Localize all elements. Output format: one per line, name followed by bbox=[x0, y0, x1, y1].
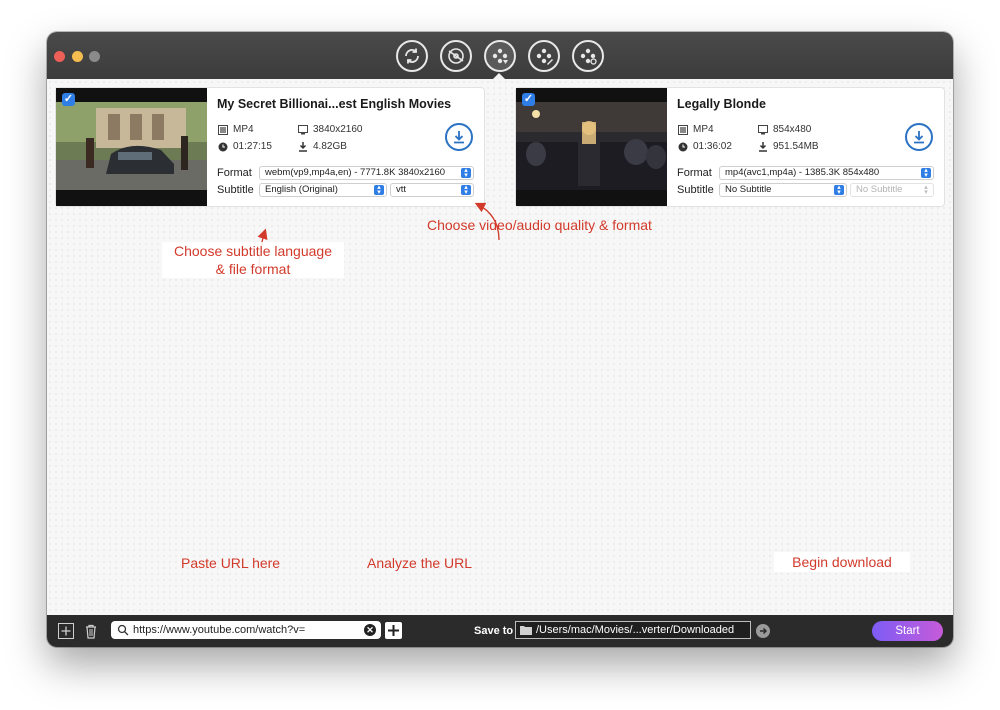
video-title: Legally Blonde bbox=[677, 97, 766, 111]
save-path-value: /Users/mac/Movies/...verter/Downloaded bbox=[536, 624, 735, 636]
video-card: ✓ Legally Blonde MP4 854x480 01:36:02 95… bbox=[516, 88, 944, 206]
save-to-label: Save to bbox=[474, 625, 514, 637]
chevron-updown-icon: ▴ ▾ bbox=[834, 184, 844, 196]
annotation-begin-download: Begin download bbox=[774, 552, 910, 572]
duration-text: 01:27:15 bbox=[233, 141, 272, 152]
burn-icon[interactable] bbox=[440, 40, 472, 72]
download-button[interactable] bbox=[905, 123, 933, 151]
video-thumbnail[interactable]: ✓ bbox=[516, 88, 667, 206]
resolution-text: 854x480 bbox=[773, 124, 812, 135]
download-icon[interactable] bbox=[484, 40, 516, 72]
minimize-window-button[interactable] bbox=[72, 51, 83, 62]
chevron-updown-icon: ▴ ▾ bbox=[924, 184, 928, 196]
container-format: MP4 bbox=[218, 124, 254, 135]
film-icon bbox=[218, 124, 228, 135]
close-window-button[interactable] bbox=[54, 51, 65, 62]
clock-icon bbox=[678, 142, 688, 151]
annotation-paste-url: Paste URL here bbox=[181, 555, 281, 571]
chevron-updown-icon: ▴ ▾ bbox=[461, 184, 471, 196]
save-path-field[interactable]: /Users/mac/Movies/...verter/Downloaded bbox=[515, 621, 751, 639]
add-icon[interactable] bbox=[58, 623, 74, 639]
edit-icon[interactable] bbox=[528, 40, 560, 72]
resolution: 3840x2160 bbox=[298, 124, 363, 135]
duration-text: 01:36:02 bbox=[693, 141, 732, 152]
annotation-subtitle-line2: & file format bbox=[215, 261, 291, 277]
chevron-updown-icon: ▴ ▾ bbox=[921, 167, 931, 179]
subtitle-select-value: English (Original) bbox=[265, 184, 338, 195]
search-icon bbox=[117, 624, 129, 636]
file-size: 951.54MB bbox=[758, 141, 819, 152]
format-select-value: mp4(avc1,mp4a) - 1385.3K 854x480 bbox=[725, 167, 880, 178]
download-list: ✓ My Secret Billionai...est English Movi… bbox=[47, 79, 953, 615]
url-input[interactable]: https://www.youtube.com/watch?v= ✕ bbox=[111, 621, 381, 639]
subtitle-label: Subtitle bbox=[677, 184, 714, 196]
toolbox-icon[interactable] bbox=[572, 40, 604, 72]
clear-icon[interactable]: ✕ bbox=[364, 624, 376, 636]
container-text: MP4 bbox=[233, 124, 254, 135]
subtitle-language-select[interactable]: English (Original) ▴ ▾ bbox=[259, 183, 387, 197]
format-label: Format bbox=[217, 167, 252, 179]
subtitle-format-value: vtt bbox=[396, 184, 407, 195]
arrow-right-icon bbox=[760, 627, 768, 635]
select-checkbox[interactable]: ✓ bbox=[522, 93, 535, 106]
arrow-down-icon bbox=[914, 131, 924, 144]
bottom-bar: https://www.youtube.com/watch?v= ✕ Save … bbox=[47, 615, 953, 647]
format-select[interactable]: mp4(avc1,mp4a) - 1385.3K 854x480 ▴ ▾ bbox=[719, 166, 934, 180]
subtitle-select-value: No Subtitle bbox=[725, 184, 772, 195]
container-format: MP4 bbox=[678, 124, 714, 135]
size-text: 4.82GB bbox=[313, 141, 347, 152]
subtitle-language-select[interactable]: No Subtitle ▴ ▾ bbox=[719, 183, 847, 197]
duration: 01:36:02 bbox=[678, 141, 732, 152]
format-select[interactable]: webm(vp9,mp4a,en) - 7771.8K 3840x2160 ▴ ▾ bbox=[259, 166, 474, 180]
download-size-icon bbox=[299, 141, 307, 152]
download-button[interactable] bbox=[445, 123, 473, 151]
clock-icon bbox=[218, 142, 228, 151]
annotation-analyze-url: Analyze the URL bbox=[367, 555, 473, 571]
video-card: ✓ My Secret Billionai...est English Movi… bbox=[56, 88, 484, 206]
url-input-value: https://www.youtube.com/watch?v= bbox=[133, 624, 306, 636]
app-window: ✓ My Secret Billionai...est English Movi… bbox=[47, 32, 953, 647]
zoom-window-button[interactable] bbox=[89, 51, 100, 62]
video-thumbnail[interactable]: ✓ bbox=[56, 88, 207, 206]
open-folder-button[interactable] bbox=[756, 624, 770, 638]
format-select-value: webm(vp9,mp4a,en) - 7771.8K 3840x2160 bbox=[265, 167, 446, 178]
annotation-subtitle: Choose subtitle language & file format bbox=[162, 242, 344, 278]
video-title: My Secret Billionai...est English Movies bbox=[217, 97, 452, 111]
film-icon bbox=[678, 124, 688, 135]
annotation-subtitle-line1: Choose subtitle language bbox=[173, 243, 332, 259]
duration: 01:27:15 bbox=[218, 141, 272, 152]
convert-icon[interactable] bbox=[396, 40, 428, 72]
subtitle-format-select[interactable]: vtt ▴ ▾ bbox=[390, 183, 474, 197]
monitor-icon bbox=[758, 124, 768, 134]
download-size-icon bbox=[759, 141, 767, 152]
trash-icon[interactable] bbox=[83, 623, 99, 639]
title-bar bbox=[47, 32, 953, 79]
subtitle-format-select[interactable]: No Subtitle ▴ ▾ bbox=[850, 183, 934, 197]
chevron-updown-icon: ▴ ▾ bbox=[374, 184, 384, 196]
arrow-down-icon bbox=[454, 131, 464, 144]
resolution-text: 3840x2160 bbox=[313, 124, 363, 135]
resolution: 854x480 bbox=[758, 124, 811, 135]
container-text: MP4 bbox=[693, 124, 714, 135]
analyze-url-button[interactable] bbox=[385, 622, 402, 639]
subtitle-label: Subtitle bbox=[217, 184, 254, 196]
select-checkbox[interactable]: ✓ bbox=[62, 93, 75, 106]
annotation-quality: Choose video/audio quality & format bbox=[427, 217, 652, 233]
chevron-updown-icon: ▴ ▾ bbox=[461, 167, 471, 179]
format-label: Format bbox=[677, 167, 712, 179]
monitor-icon bbox=[298, 124, 308, 134]
folder-icon bbox=[520, 626, 532, 635]
file-size: 4.82GB bbox=[298, 141, 347, 152]
size-text: 951.54MB bbox=[773, 141, 819, 152]
start-button[interactable]: Start bbox=[872, 621, 943, 641]
subtitle-format-value: No Subtitle bbox=[856, 184, 903, 195]
